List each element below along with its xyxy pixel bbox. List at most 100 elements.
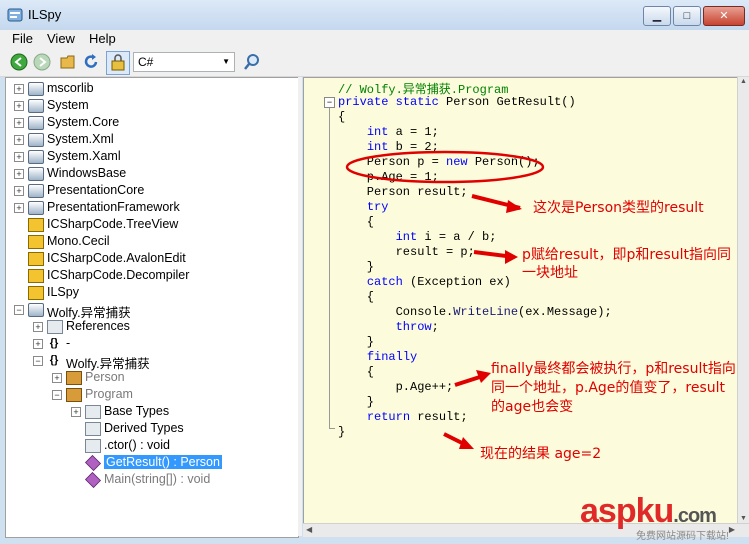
expand-icon[interactable]: + xyxy=(33,322,43,332)
tree-node[interactable]: + System.Xaml xyxy=(6,148,296,165)
show-internal-icon xyxy=(111,54,125,71)
tree-node[interactable]: + mscorlib xyxy=(6,80,296,97)
code-line: p.Age = 1; xyxy=(338,170,439,184)
tree-node-label: System.Xml xyxy=(47,132,114,146)
assembly-icon xyxy=(28,82,44,96)
tree-node[interactable]: + System.Xml xyxy=(6,131,296,148)
minimize-button[interactable]: ▁ xyxy=(643,6,671,26)
tree-node[interactable]: + {} - xyxy=(6,335,296,352)
warning-icon xyxy=(28,269,44,283)
scroll-down-icon[interactable]: ▼ xyxy=(740,515,747,522)
fold-line xyxy=(329,108,330,428)
tree-node[interactable]: ILSpy xyxy=(6,284,296,301)
menu-bar: File View Help xyxy=(0,30,749,48)
scroll-up-icon[interactable]: ▲ xyxy=(740,78,747,85)
collapse-icon[interactable]: − xyxy=(33,356,43,366)
code-line: result = p; xyxy=(338,245,475,259)
expand-icon[interactable]: + xyxy=(14,152,24,162)
basetypes-icon xyxy=(85,405,101,419)
collapse-icon[interactable]: − xyxy=(52,390,62,400)
code-line: { xyxy=(338,110,346,124)
refresh-icon[interactable] xyxy=(82,53,100,71)
tree-node-label: System.Core xyxy=(47,115,120,129)
tree-node[interactable]: + System xyxy=(6,97,296,114)
tree-node[interactable]: + Person xyxy=(6,369,296,386)
watermark-brand: aspku xyxy=(580,492,674,530)
tree-node[interactable]: − Wolfy.异常捕获 xyxy=(6,301,296,320)
ctor-icon xyxy=(85,439,101,453)
tree-node[interactable]: + PresentationCore xyxy=(6,182,296,199)
class-icon xyxy=(66,371,82,385)
toolbar xyxy=(0,48,749,77)
annotation-3-line2: 同一个地址，p.Age的值变了，result xyxy=(491,380,726,396)
code-line: throw; xyxy=(395,320,439,334)
close-button[interactable]: ✕ xyxy=(703,6,745,26)
expand-icon[interactable]: + xyxy=(14,118,24,128)
search-icon[interactable] xyxy=(243,53,261,71)
code-line: catch (Exception ex) xyxy=(366,275,511,289)
tree-node[interactable]: + Base Types xyxy=(6,403,296,420)
expand-icon[interactable]: + xyxy=(33,339,43,349)
code-line: { xyxy=(338,290,375,304)
forward-icon[interactable] xyxy=(33,53,51,71)
expand-icon[interactable]: + xyxy=(14,186,24,196)
tree-node[interactable]: + References xyxy=(6,318,296,335)
splitter[interactable] xyxy=(298,77,302,536)
title-bar: ILSpy ▁ □ ✕ xyxy=(0,0,749,30)
tree-node[interactable]: −{} Wolfy.异常捕获 xyxy=(6,352,296,371)
code-line: private static Person GetResult() xyxy=(338,95,576,109)
tree-node-label: ILSpy xyxy=(47,285,79,299)
tree-node[interactable]: ICSharpCode.TreeView xyxy=(6,216,296,233)
expand-icon[interactable]: + xyxy=(52,373,62,383)
collapse-icon[interactable]: − xyxy=(14,305,24,315)
menu-view[interactable]: View xyxy=(47,31,75,46)
expand-icon[interactable]: + xyxy=(14,169,24,179)
assembly-icon xyxy=(28,184,44,198)
annotation-3-line3: 的age也会变 xyxy=(491,399,574,415)
expand-icon[interactable]: + xyxy=(71,407,81,417)
expand-icon[interactable]: + xyxy=(14,84,24,94)
tree-node-label: PresentationFramework xyxy=(47,200,180,214)
tree-node[interactable]: ICSharpCode.AvalonEdit xyxy=(6,250,296,267)
expand-icon[interactable]: + xyxy=(14,203,24,213)
back-icon[interactable] xyxy=(10,53,28,71)
language-value: C# xyxy=(138,55,154,69)
menu-file[interactable]: File xyxy=(12,31,33,46)
assembly-icon xyxy=(28,99,44,113)
tree-node-label: Derived Types xyxy=(104,421,184,435)
scroll-right-icon[interactable]: ▶ xyxy=(729,525,735,534)
language-select[interactable]: C# ▼ xyxy=(133,52,235,72)
annotation-2-line1: p赋给result，即p和result指向同 xyxy=(522,247,731,263)
watermark-domain: .com xyxy=(673,505,717,527)
code-line: Person result; xyxy=(338,185,468,199)
tree-node[interactable]: .ctor() : void xyxy=(6,437,296,454)
show-internal-toggle[interactable] xyxy=(106,51,130,75)
scroll-left-icon[interactable]: ◀ xyxy=(306,525,312,534)
tree-node[interactable]: Derived Types xyxy=(6,420,296,437)
tree-node[interactable]: − Program xyxy=(6,386,296,403)
code-line: } xyxy=(338,395,375,409)
maximize-button[interactable]: □ xyxy=(673,6,701,26)
namespace-icon: {} xyxy=(49,337,59,349)
tree-node[interactable]: + WindowsBase xyxy=(6,165,296,182)
expand-icon[interactable]: + xyxy=(14,135,24,145)
annotation-4: 现在的结果 age=2 xyxy=(480,446,602,462)
vertical-scrollbar[interactable]: ▲ ▼ xyxy=(737,77,749,523)
tree-node-label: Main(string[]) : void xyxy=(104,472,211,486)
chevron-down-icon: ▼ xyxy=(222,57,230,66)
tree-node[interactable]: ICSharpCode.Decompiler xyxy=(6,267,296,284)
tree-node[interactable]: Main(string[]) : void xyxy=(6,471,296,488)
menu-help[interactable]: Help xyxy=(89,31,116,46)
tree-node[interactable]: + PresentationFramework xyxy=(6,199,296,216)
open-folder-icon[interactable] xyxy=(60,53,78,71)
tree-node-label: ICSharpCode.TreeView xyxy=(47,217,179,231)
tree-node[interactable]: Mono.Cecil xyxy=(6,233,296,250)
tree-node-label: Base Types xyxy=(104,404,170,418)
tree-node-label: .ctor() : void xyxy=(104,438,170,452)
code-line: p.Age++; xyxy=(338,380,454,394)
fold-toggle[interactable]: − xyxy=(324,97,335,108)
tree-node-label: ICSharpCode.Decompiler xyxy=(47,268,190,282)
assembly-tree[interactable]: + mscorlib + System + System.Core + System.Xml +… xyxy=(5,77,299,538)
expand-icon[interactable]: + xyxy=(14,101,24,111)
tree-node[interactable]: + System.Core xyxy=(6,114,296,131)
